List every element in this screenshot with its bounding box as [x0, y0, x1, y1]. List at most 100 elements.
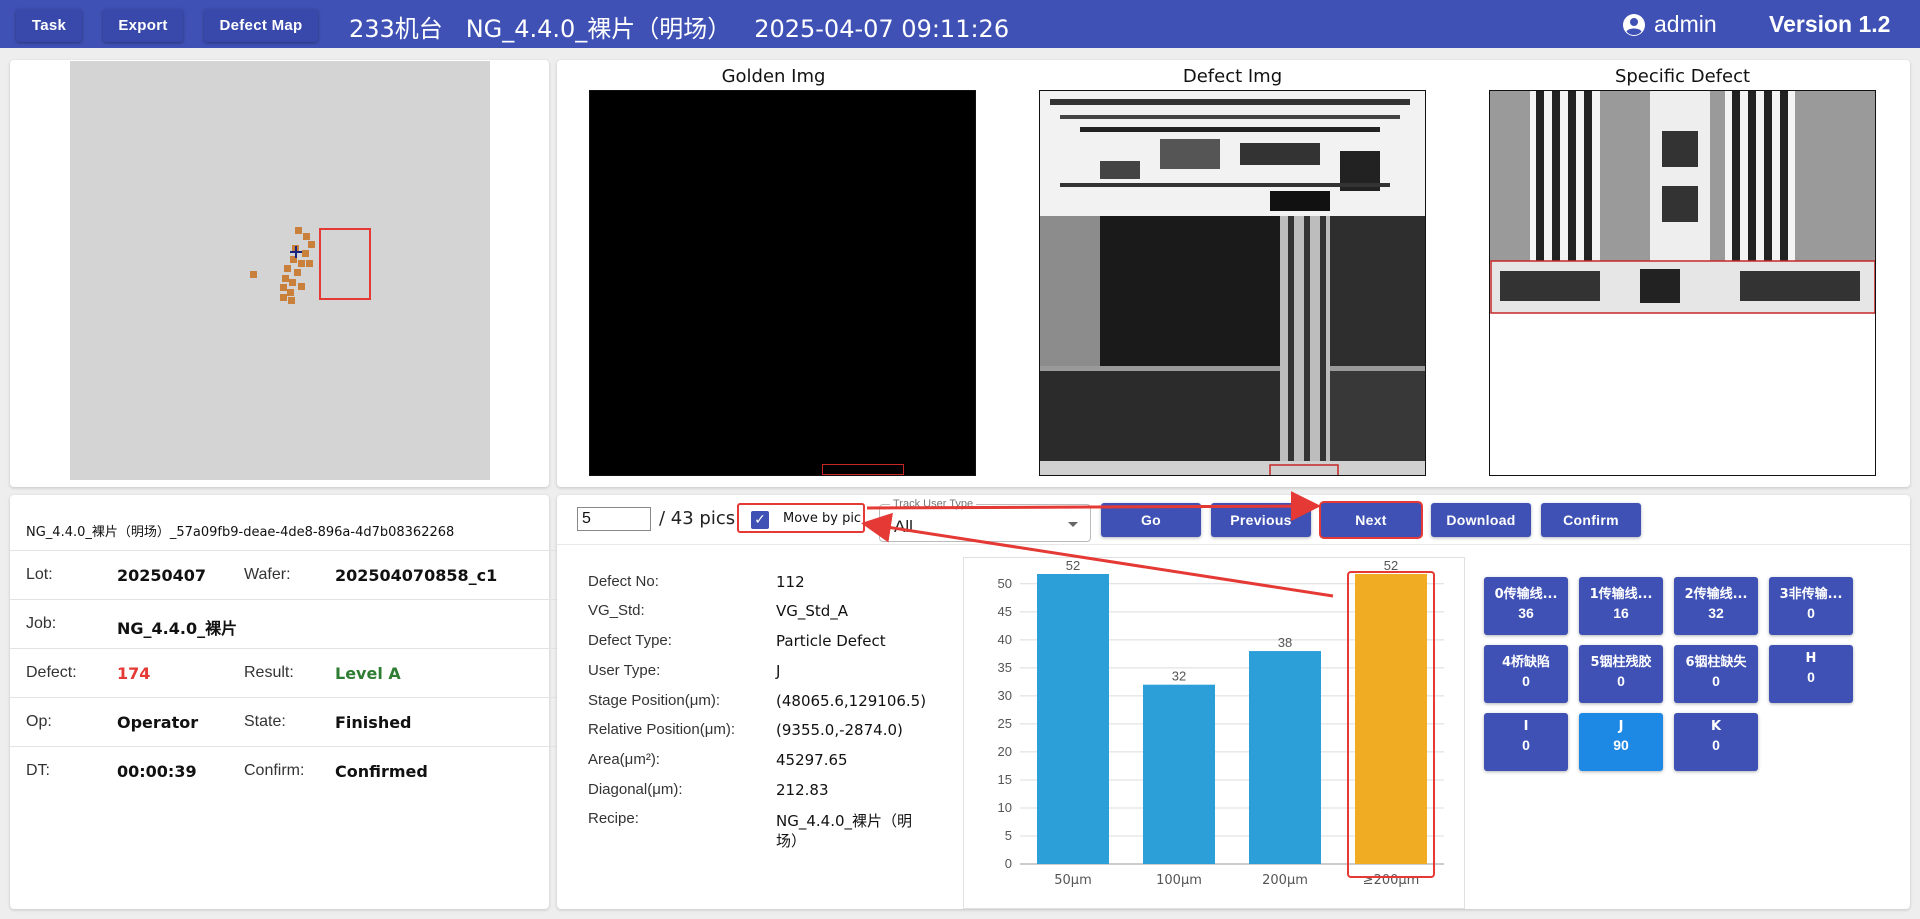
golden-defect-box: [822, 464, 904, 475]
bar-chart: 0 5 10 15 20 25 30 35 40 45 50 52 50μm 32 100μm 38 200μ…: [998, 558, 1444, 888]
bar-value-label: 52: [1066, 558, 1080, 573]
die: [298, 260, 305, 267]
user-type-button-2[interactable]: 2传输线... 32: [1674, 577, 1758, 635]
diagonal-value: 212.83: [776, 781, 829, 799]
user-type-button-4[interactable]: 4桥缺陷 0: [1484, 645, 1568, 703]
lot-label: Lot:: [26, 566, 53, 583]
user-type-name: 1传输线...: [1589, 587, 1653, 602]
crosshair-marker-icon: [290, 246, 302, 258]
die: [287, 289, 294, 296]
y-tick-label: 15: [998, 772, 1012, 787]
defect-count: 174: [117, 664, 151, 683]
track-user-type-value: All: [894, 517, 913, 536]
download-button[interactable]: Download: [1431, 503, 1531, 537]
bar-2: [1249, 651, 1321, 864]
user-menu[interactable]: admin: [1622, 11, 1717, 38]
die: [303, 233, 310, 240]
relative-position-label: Relative Position(μm):: [588, 721, 736, 738]
die: [288, 297, 295, 304]
bar-3: [1355, 574, 1427, 864]
go-button[interactable]: Go: [1101, 503, 1201, 537]
die: [289, 279, 296, 286]
confirm-label: Confirm:: [244, 762, 305, 779]
user-type-name: I: [1523, 719, 1529, 734]
die: [284, 265, 291, 272]
y-tick-label: 30: [998, 688, 1012, 703]
x-tick-label: 100μm: [1156, 873, 1202, 888]
user-type-button-5[interactable]: 5铟柱残胶 0: [1579, 645, 1663, 703]
x-tick-label: 50μm: [1054, 873, 1091, 888]
version-label: Version 1.2: [1769, 11, 1891, 37]
lot-value: 20250407: [117, 566, 207, 585]
next-button[interactable]: Next: [1321, 503, 1421, 537]
move-by-pic-checkbox[interactable]: ✓ Move by pic: [737, 503, 865, 533]
defect-label: Defect:: [26, 664, 77, 681]
die: [280, 284, 287, 291]
user-type-name: H: [1805, 651, 1817, 666]
die: [250, 271, 257, 278]
relative-position-value: (9355.0,-2874.0): [776, 721, 903, 739]
chart-bars: 52 50μm 32 100μm 38 200μm 52 ≥200μm: [1037, 558, 1435, 888]
defect-type-value: Particle Defect: [776, 632, 886, 650]
export-button[interactable]: Export: [103, 9, 183, 42]
recipe-value-line2: 场）: [776, 832, 807, 850]
stage-position-value: (48065.6,129106.5): [776, 692, 927, 710]
user-type-button-0[interactable]: 0传输线... 36: [1484, 577, 1568, 635]
info-row-op: Op: Operator State: Finished: [10, 697, 559, 746]
golden-img-title: Golden Img: [721, 66, 826, 87]
account-circle-icon: [1623, 13, 1645, 36]
user-type-value: J: [776, 662, 781, 680]
golden-image[interactable]: [589, 90, 976, 476]
op-value: Operator: [117, 713, 199, 732]
specific-defect-image[interactable]: [1489, 90, 1876, 476]
user-type-count: 32: [1708, 605, 1724, 621]
task-button[interactable]: Task: [16, 9, 82, 42]
defect-image[interactable]: [1039, 90, 1426, 476]
y-tick-label: 25: [998, 716, 1012, 731]
state-value: Finished: [335, 713, 412, 732]
user-type-button-9[interactable]: J 90: [1579, 713, 1663, 771]
divider: [557, 544, 1910, 545]
user-type-count: 0: [1522, 737, 1530, 753]
user-type-button-8[interactable]: I0: [1484, 713, 1568, 771]
user-type-count: 36: [1518, 605, 1534, 621]
recipe-value-line1: NG_4.4.0_裸片（明: [776, 812, 913, 830]
die: [280, 294, 287, 301]
y-tick-label: 40: [998, 632, 1012, 647]
defect-map-button[interactable]: Defect Map: [204, 9, 318, 42]
user-type-button-3[interactable]: 3非传输... 0: [1769, 577, 1853, 635]
y-tick-label: 50: [998, 576, 1012, 591]
confirm-button[interactable]: Confirm: [1541, 503, 1641, 537]
info-row-lot: Lot: 20250407 Wafer: 202504070858_c1: [10, 550, 559, 599]
die: [295, 227, 302, 234]
defect-no-label: Defect No:: [588, 573, 659, 590]
previous-button[interactable]: Previous: [1211, 503, 1311, 537]
page-total: / 43 pics: [659, 508, 736, 529]
wafer-info-panel: NG_4.4.0_裸片（明场）_57a09fb9-deae-4de8-896a-…: [10, 495, 559, 909]
images-panel: Golden Img Defect Img Specific Defect: [557, 60, 1910, 487]
wafer-map[interactable]: [70, 61, 490, 480]
info-row-dt: DT: 00:00:39 Confirm: Confirmed: [10, 746, 559, 795]
user-type-button-1[interactable]: 1传输线... 16: [1579, 577, 1663, 635]
user-type-button-7[interactable]: H0: [1769, 645, 1853, 703]
y-tick-label: 5: [1005, 828, 1012, 843]
dt-label: DT:: [26, 762, 50, 779]
user-type-button-10[interactable]: K0: [1674, 713, 1758, 771]
user-type-name: 0传输线...: [1494, 587, 1558, 602]
top-bar: Task Export Defect Map 233机台 NG_4.4.0_裸片…: [0, 0, 1920, 48]
wafer-record-id: NG_4.4.0_裸片（明场）_57a09fb9-deae-4de8-896a-…: [26, 525, 455, 540]
user-type-label: User Type:: [588, 662, 661, 679]
wafer-label: Wafer:: [244, 566, 291, 583]
die: [308, 241, 315, 248]
page-number-input[interactable]: [577, 507, 651, 531]
info-row-defect: Defect: 174 Result: Level A: [10, 648, 559, 697]
navigation-controls: / 43 pics ✓ Move by pic Track User Type …: [557, 495, 1910, 545]
bar-value-label: 38: [1278, 635, 1292, 650]
defect-no-value: 112: [776, 573, 805, 591]
track-user-type-label: Track User Type: [890, 498, 977, 510]
move-by-pic-label: Move by pic: [783, 511, 862, 526]
user-type-count: 0: [1712, 673, 1720, 689]
track-user-type-select[interactable]: Track User Type All: [879, 498, 1091, 542]
user-type-count: 0: [1807, 669, 1815, 685]
user-type-button-6[interactable]: 6铟柱缺失 0: [1674, 645, 1758, 703]
